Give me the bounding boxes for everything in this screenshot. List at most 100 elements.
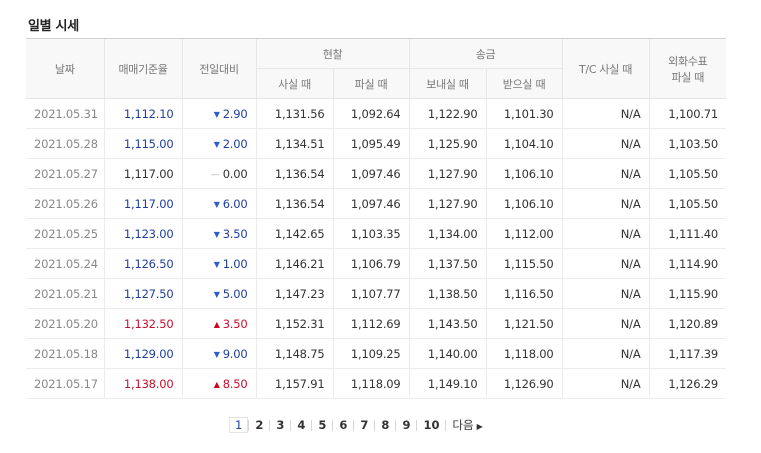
change-cell: ▼ 6.00 <box>181 188 256 219</box>
remit-send-cell: 1,127.90 <box>408 188 487 219</box>
change-cell: ▼ 1.00 <box>181 248 256 279</box>
fx-check-cell: 1,120.89 <box>648 308 727 339</box>
fx-check-cell: 1,103.50 <box>648 128 727 159</box>
col-header-remittance: 송금 <box>408 38 563 69</box>
rate-rows: 2021.05.31 1,112.10 ▼ 2.90 1,131.56 1,092.64 1… <box>26 98 727 399</box>
table-row: 2021.05.21 1,127.50 ▼ 5.00 1,147.23 1,107.77 1… <box>26 278 727 309</box>
cash-buy-cell: 1,152.31 <box>255 308 333 339</box>
triangle-up-icon: ▲ <box>213 319 220 329</box>
col-header-change: 전일대비 <box>181 38 256 99</box>
page-link-1[interactable]: 1 <box>229 417 249 433</box>
fx-check-cell: 1,100.71 <box>648 98 727 129</box>
col-header-base-rate: 매매기준율 <box>103 38 182 99</box>
page-link-8[interactable]: 8 <box>375 418 395 432</box>
cash-sell-cell: 1,097.46 <box>332 158 410 189</box>
tc-buy-cell: N/A <box>561 158 650 189</box>
chevron-right-icon: ▶ <box>476 422 483 431</box>
fx-check-cell: 1,126.29 <box>648 368 727 399</box>
tc-buy-cell: N/A <box>561 248 650 279</box>
base-rate-cell: 1,117.00 <box>103 158 182 189</box>
remit-send-cell: 1,122.90 <box>408 98 487 129</box>
date-cell: 2021.05.20 <box>26 308 104 339</box>
pagination: 1 2 3 4 5 6 7 8 9 10 다음 ▶ <box>229 417 489 433</box>
triangle-down-icon: ▼ <box>213 139 220 149</box>
tc-buy-cell: N/A <box>561 128 650 159</box>
page-link-3[interactable]: 3 <box>270 418 290 432</box>
page-link-6[interactable]: 6 <box>333 418 353 432</box>
date-cell: 2021.05.24 <box>26 248 104 279</box>
date-cell: 2021.05.17 <box>26 368 104 399</box>
remit-receive-cell: 1,121.50 <box>485 308 563 339</box>
triangle-down-icon: ▼ <box>213 199 220 209</box>
remit-receive-cell: 1,106.10 <box>485 188 563 219</box>
col-header-tc-buy: T/C 사실 때 <box>561 38 650 99</box>
remit-receive-cell: 1,101.30 <box>485 98 563 129</box>
change-cell: ▲ 3.50 <box>181 308 256 339</box>
remit-receive-cell: 1,116.50 <box>485 278 563 309</box>
page-link-2[interactable]: 2 <box>249 418 269 432</box>
remit-send-cell: 1,140.00 <box>408 338 487 369</box>
next-page-label: 다음 <box>452 418 474 432</box>
cash-buy-cell: 1,157.91 <box>255 368 333 399</box>
base-rate-cell: 1,132.50 <box>103 308 182 339</box>
fx-check-cell: 1,114.90 <box>648 248 727 279</box>
change-cell: ▼ 2.00 <box>181 128 256 159</box>
date-cell: 2021.05.25 <box>26 218 104 249</box>
cash-buy-cell: 1,134.51 <box>255 128 333 159</box>
remit-receive-cell: 1,112.00 <box>485 218 563 249</box>
col-header-date: 날짜 <box>26 38 104 99</box>
cash-buy-cell: 1,136.54 <box>255 158 333 189</box>
page-link-9[interactable]: 9 <box>396 418 416 432</box>
cash-sell-cell: 1,106.79 <box>332 248 410 279</box>
table-row: 2021.05.17 1,138.00 ▲ 8.50 1,157.91 1,118.09 1… <box>26 368 727 399</box>
col-header-remit-send: 보내실 때 <box>408 68 487 99</box>
base-rate-cell: 1,138.00 <box>103 368 182 399</box>
change-value: 9.00 <box>222 346 248 361</box>
cash-sell-cell: 1,097.46 <box>332 188 410 219</box>
tc-buy-cell: N/A <box>561 338 650 369</box>
tc-buy-cell: N/A <box>561 218 650 249</box>
next-page-link[interactable]: 다음 ▶ <box>446 417 488 433</box>
cash-sell-cell: 1,118.09 <box>332 368 410 399</box>
table-row: 2021.05.26 1,117.00 ▼ 6.00 1,136.54 1,097.46 1… <box>26 188 727 219</box>
cash-buy-cell: 1,148.75 <box>255 338 333 369</box>
remit-receive-cell: 1,104.10 <box>485 128 563 159</box>
tc-buy-cell: N/A <box>561 278 650 309</box>
cash-buy-cell: 1,146.21 <box>255 248 333 279</box>
page-link-5[interactable]: 5 <box>312 418 332 432</box>
base-rate-cell: 1,117.00 <box>103 188 182 219</box>
triangle-down-icon: ▼ <box>213 109 220 119</box>
cash-sell-cell: 1,095.49 <box>332 128 410 159</box>
col-header-cash: 현찰 <box>255 38 410 69</box>
triangle-down-icon: ▼ <box>213 349 220 359</box>
daily-rates-table: 날짜 매매기준율 전일대비 현찰 송금 T/C 사실 때 외화수표 파실 때 사… <box>26 38 727 399</box>
page-link-4[interactable]: 4 <box>291 418 311 432</box>
change-cell: ▲ 8.50 <box>181 368 256 399</box>
remit-receive-cell: 1,106.10 <box>485 158 563 189</box>
cash-buy-cell: 1,142.65 <box>255 218 333 249</box>
date-cell: 2021.05.27 <box>26 158 104 189</box>
cash-sell-cell: 1,112.69 <box>332 308 410 339</box>
fx-check-cell: 1,115.90 <box>648 278 727 309</box>
date-cell: 2021.05.18 <box>26 338 104 369</box>
change-cell: ▼ 5.00 <box>181 278 256 309</box>
base-rate-cell: 1,123.00 <box>103 218 182 249</box>
cash-sell-cell: 1,103.35 <box>332 218 410 249</box>
col-header-fx-check-line1: 외화수표 <box>668 54 708 68</box>
table-row: 2021.05.24 1,126.50 ▼ 1.00 1,146.21 1,106.79 1… <box>26 248 727 279</box>
change-value: 3.50 <box>222 226 248 241</box>
cash-buy-cell: 1,136.54 <box>255 188 333 219</box>
page-link-7[interactable]: 7 <box>354 418 374 432</box>
tc-buy-cell: N/A <box>561 188 650 219</box>
remit-send-cell: 1,125.90 <box>408 128 487 159</box>
fx-check-cell: 1,105.50 <box>648 188 727 219</box>
remit-send-cell: 1,149.10 <box>408 368 487 399</box>
table-row: 2021.05.25 1,123.00 ▼ 3.50 1,142.65 1,103.35 1… <box>26 218 727 249</box>
cash-buy-cell: 1,131.56 <box>255 98 333 129</box>
change-cell: ▼ 9.00 <box>181 338 256 369</box>
page-link-10[interactable]: 10 <box>417 418 445 432</box>
base-rate-cell: 1,126.50 <box>103 248 182 279</box>
remit-receive-cell: 1,126.90 <box>485 368 563 399</box>
base-rate-cell: 1,129.00 <box>103 338 182 369</box>
triangle-down-icon: ▼ <box>213 259 220 269</box>
